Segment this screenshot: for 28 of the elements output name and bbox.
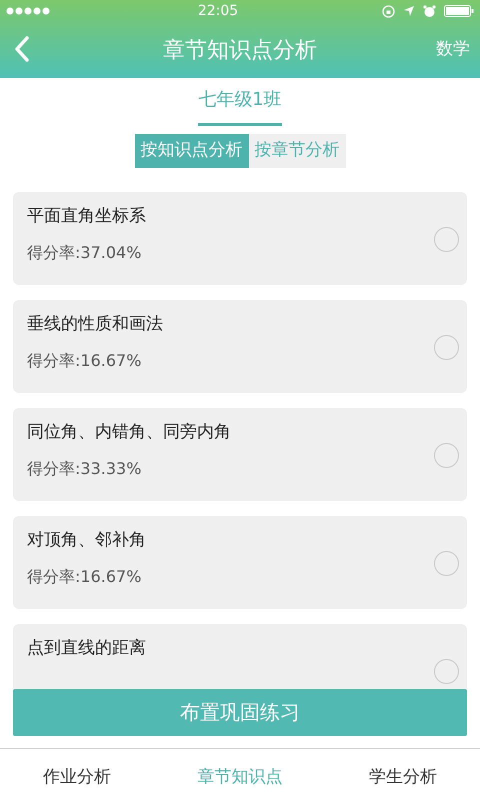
bottom-tab[interactable]: 作业分析 — [37, 764, 118, 792]
alarm-icon — [422, 4, 436, 18]
knowledge-title: 同位角、内错角、同旁内角 — [27, 420, 232, 444]
knowledge-title: 垂线的性质和画法 — [27, 312, 164, 336]
knowledge-card[interactable]: 同位角、内错角、同旁内角 得分率:33.33% — [13, 408, 467, 500]
knowledge-card[interactable]: 对顶角、邻补角 得分率:16.67% — [13, 516, 467, 608]
knowledge-title: 对顶角、邻补角 — [27, 528, 147, 552]
location-icon — [402, 5, 415, 17]
radio-button[interactable] — [434, 550, 459, 576]
status-time: 22:05 — [198, 2, 238, 20]
knowledge-card[interactable]: 点到直线的距离 — [13, 624, 467, 688]
radio-button[interactable] — [434, 658, 459, 684]
score-rate: 得分率:16.67% — [27, 566, 142, 588]
score-rate: 得分率:37.04% — [27, 242, 142, 264]
score-rate: 得分率:16.67% — [27, 350, 142, 372]
radio-button[interactable] — [434, 442, 459, 468]
knowledge-title: 平面直角坐标系 — [27, 204, 147, 228]
knowledge-title: 点到直线的距离 — [27, 636, 147, 660]
back-icon[interactable] — [14, 36, 30, 62]
battery-icon — [444, 5, 474, 17]
knowledge-card[interactable]: 平面直角坐标系 得分率:37.04% — [13, 192, 467, 284]
radio-button[interactable] — [434, 226, 459, 252]
page-title: 章节知识点分析 — [163, 36, 317, 64]
score-rate: 得分率:33.33% — [27, 458, 142, 480]
knowledge-card[interactable]: 垂线的性质和画法 得分率:16.67% — [13, 300, 467, 392]
radio-button[interactable] — [434, 334, 459, 360]
bottom-tab[interactable]: 学生分析 — [362, 764, 443, 792]
rotation-lock-icon — [382, 4, 395, 18]
